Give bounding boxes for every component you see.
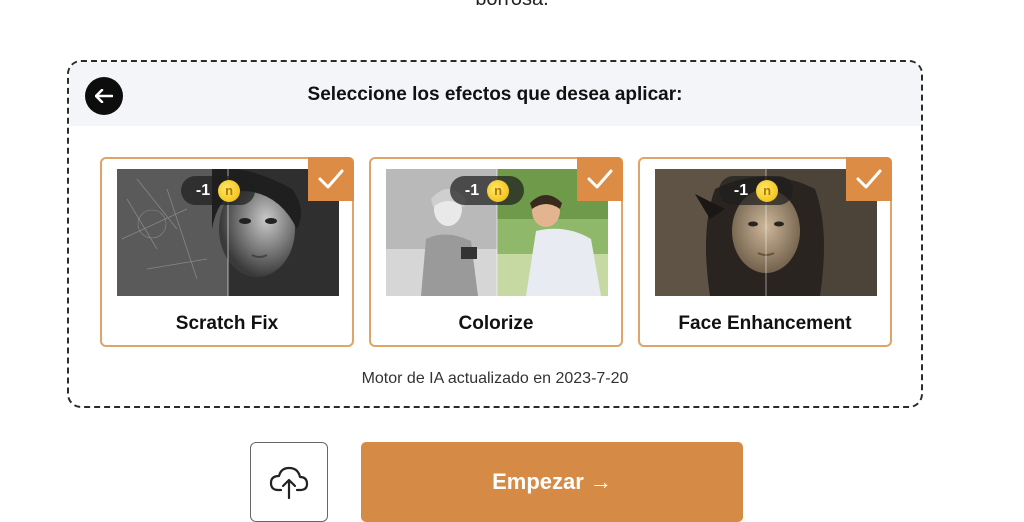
previous-text-fragment: borrosa. (0, 0, 1024, 11)
checkmark-icon (856, 169, 882, 189)
effect-card-face-enhancement[interactable]: -1 n Face Enhancement (638, 157, 892, 347)
credit-cost-badge: -1 n (181, 176, 255, 205)
selected-check[interactable] (308, 157, 354, 201)
upload-button[interactable] (250, 442, 328, 522)
face-enhancement-preview-image: -1 n (655, 169, 877, 296)
credit-cost: -1 (464, 181, 480, 199)
effects-panel: Seleccione los efectos que desea aplicar… (67, 60, 923, 408)
effect-card-scratch-fix[interactable]: -1 n Scratch Fix (100, 157, 354, 347)
effect-card-colorize[interactable]: -1 n Colorize (369, 157, 623, 347)
start-button-label: Empezar → (492, 469, 612, 494)
card-label: Scratch Fix (175, 313, 279, 334)
credit-cost: -1 (733, 181, 749, 199)
credit-cost-badge: -1 n (450, 176, 524, 205)
selected-check[interactable] (846, 157, 892, 201)
coin-icon: n (487, 179, 510, 202)
coin-icon: n (218, 179, 241, 202)
panel-title: Seleccione los efectos que desea aplicar… (307, 84, 683, 105)
credit-cost-badge: -1 n (719, 176, 793, 205)
coin-letter: n (225, 183, 234, 198)
coin-letter: n (494, 183, 503, 198)
colorize-preview-image: -1 n (386, 169, 608, 296)
start-button[interactable]: Empezar → (361, 442, 743, 522)
scratch-fix-preview-image: -1 n (117, 169, 339, 296)
checkmark-icon (587, 169, 613, 189)
ai-engine-update-note: Motor de IA actualizado en 2023-7-20 (361, 370, 629, 387)
credit-cost: -1 (195, 181, 211, 199)
selected-check[interactable] (577, 157, 623, 201)
card-label: Colorize (458, 313, 534, 334)
card-label: Face Enhancement (678, 313, 852, 334)
checkmark-icon (318, 169, 344, 189)
coin-icon: n (756, 179, 779, 202)
cloud-upload-icon (269, 466, 309, 500)
coin-letter: n (763, 183, 772, 198)
